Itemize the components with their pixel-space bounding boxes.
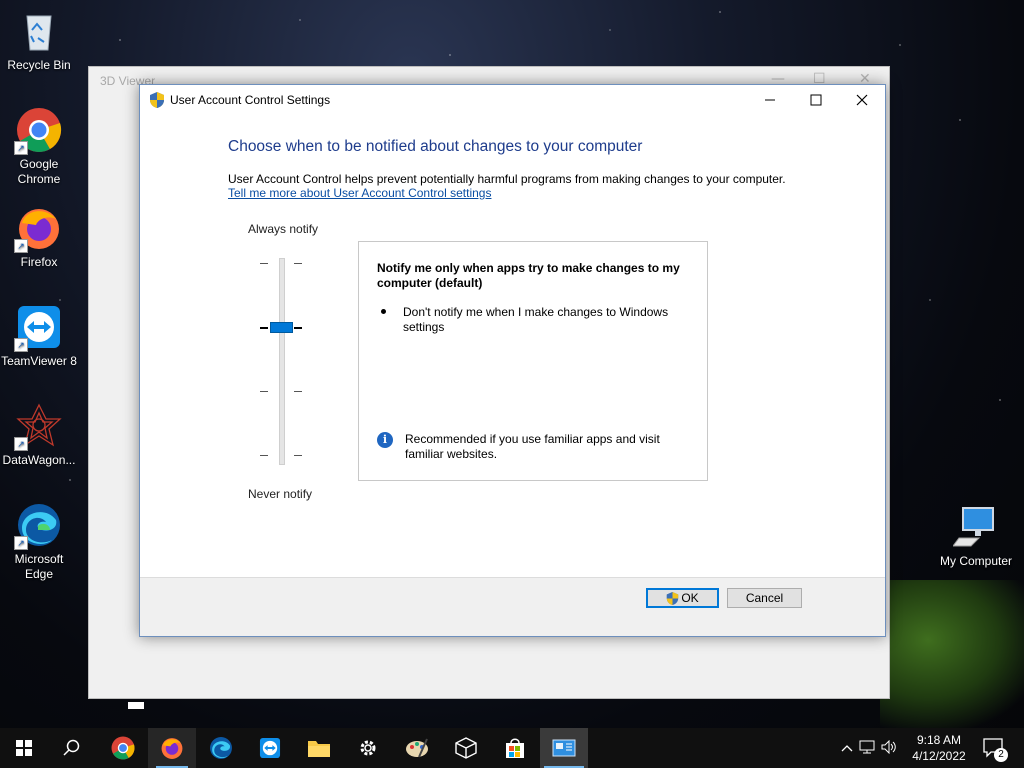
slider-track[interactable] [279, 258, 285, 465]
desktop-icon-datawagon[interactable]: ↗ DataWagon... [0, 403, 78, 468]
my-computer-icon [952, 504, 999, 550]
start-button[interactable] [0, 728, 48, 768]
close-button[interactable] [839, 85, 885, 115]
maximize-button[interactable] [793, 85, 839, 115]
clock-time: 9:18 AM [916, 733, 962, 747]
desktop-icon-label: Firefox [20, 255, 58, 269]
search-button[interactable] [48, 728, 96, 768]
dialog-title: User Account Control Settings [170, 93, 331, 107]
slider-tick [260, 263, 268, 264]
volume-icon[interactable] [878, 739, 900, 757]
firefox-icon: ↗ [14, 205, 62, 253]
cancel-button-label: Cancel [745, 591, 784, 605]
always-notify-label: Always notify [248, 222, 319, 236]
cube-icon [455, 737, 477, 759]
taskbar-edge[interactable] [197, 728, 245, 768]
teamviewer-icon [259, 737, 281, 759]
slider-tick [294, 327, 302, 329]
level-title: Notify me only when apps try to make cha… [377, 261, 680, 290]
shortcut-arrow-icon: ↗ [14, 536, 28, 550]
chrome-icon: ↗ [14, 107, 62, 155]
never-notify-label: Never notify [248, 487, 313, 501]
recycle-bin-icon [16, 8, 62, 54]
ok-button-label: OK [681, 591, 699, 605]
taskbar-3d-viewer[interactable] [442, 728, 490, 768]
datawagon-icon: ↗ [14, 403, 62, 451]
desktop-icon-google-chrome[interactable]: ↗ Google Chrome [0, 107, 78, 187]
minimize-icon [765, 99, 775, 101]
gear-icon [360, 740, 376, 756]
taskbar-clock[interactable]: 9:18 AM 4/12/2022 [904, 732, 974, 764]
notification-center-button[interactable]: 2 [970, 728, 1018, 768]
desktop-icon-label: DataWagon... [2, 453, 76, 467]
recommendation-text: Recommended if you use familiar apps and… [405, 432, 660, 461]
uac-settings-dialog: User Account Control Settings Choose whe… [139, 84, 886, 637]
teamviewer-icon: ↗ [14, 304, 62, 352]
folder-icon [308, 741, 330, 757]
level-bullet-text: Don't notify me when I make changes to W… [403, 305, 669, 334]
info-icon: i [377, 432, 393, 448]
slider-tick [294, 455, 302, 456]
desktop-icon-teamviewer[interactable]: ↗ TeamViewer 8 [0, 304, 78, 369]
taskbar: 9:18 AM 4/12/2022 2 [0, 728, 1024, 768]
uac-shield-icon [149, 92, 165, 111]
slider-tick [260, 455, 268, 456]
learn-more-link[interactable]: Tell me more about User Account Control … [228, 186, 491, 200]
windows-logo-icon [16, 740, 32, 756]
shortcut-arrow-icon: ↗ [14, 437, 28, 451]
clock-date: 4/12/2022 [912, 749, 966, 763]
notification-count-badge: 2 [994, 748, 1008, 762]
description-text: User Account Control helps prevent poten… [228, 172, 786, 186]
desktop-icon-label: TeamViewer 8 [1, 354, 77, 368]
cancel-button[interactable]: Cancel [727, 588, 802, 608]
desktop-icon-label: Microsoft Edge [14, 552, 64, 581]
uac-shield-icon [667, 591, 679, 605]
close-icon [856, 94, 868, 106]
slider-tick [260, 391, 268, 392]
slider-tick [294, 263, 302, 264]
uac-settings-icon [552, 739, 576, 757]
dialog-footer: OK Cancel [140, 578, 885, 636]
page-heading: Choose when to be notified about changes… [228, 138, 643, 155]
ok-button[interactable]: OK [646, 588, 719, 608]
edge-icon: ↗ [14, 502, 62, 550]
shortcut-arrow-icon: ↗ [14, 338, 28, 352]
desktop-icon-label: Recycle Bin [7, 58, 71, 72]
bullet-icon [381, 309, 386, 314]
maximize-icon [810, 94, 822, 106]
desktop-icon-microsoft-edge[interactable]: ↗ Microsoft Edge [0, 502, 78, 582]
slider-tick [294, 391, 302, 392]
paint-palette-icon [406, 738, 428, 758]
system-tray [838, 728, 900, 768]
shortcut-arrow-icon: ↗ [14, 141, 28, 155]
minimize-button[interactable] [747, 85, 793, 115]
desktop-icon-label: My Computer [939, 554, 1013, 568]
shortcut-arrow-icon: ↗ [14, 239, 28, 253]
desktop-icon-my-computer[interactable]: My Computer [934, 504, 1018, 569]
edge-icon [210, 737, 232, 759]
mouse-cursor-fragment [128, 702, 144, 709]
taskbar-teamviewer[interactable] [246, 728, 294, 768]
chrome-icon [111, 736, 135, 760]
taskbar-chrome[interactable] [99, 728, 147, 768]
wallpaper-tent-glow [880, 580, 1024, 730]
desktop-icon-recycle-bin[interactable]: Recycle Bin [0, 8, 78, 73]
store-bag-icon [506, 738, 524, 758]
dialog-titlebar: User Account Control Settings [140, 85, 885, 115]
desktop-icon-label: Google Chrome [17, 157, 61, 186]
chevron-up-icon[interactable] [838, 741, 856, 755]
search-icon [63, 739, 80, 756]
level-description-panel: Notify me only when apps try to make cha… [358, 241, 708, 481]
taskbar-store[interactable] [491, 728, 539, 768]
taskbar-firefox[interactable] [148, 728, 196, 768]
network-icon[interactable] [856, 740, 878, 757]
taskbar-paint[interactable] [393, 728, 441, 768]
firefox-icon [161, 738, 183, 759]
taskbar-settings[interactable] [344, 728, 392, 768]
desktop-icon-firefox[interactable]: ↗ Firefox [0, 205, 78, 270]
taskbar-uac-settings[interactable] [540, 728, 588, 768]
slider-tick [260, 327, 268, 329]
slider-thumb[interactable] [270, 322, 293, 333]
taskbar-file-explorer[interactable] [295, 728, 343, 768]
